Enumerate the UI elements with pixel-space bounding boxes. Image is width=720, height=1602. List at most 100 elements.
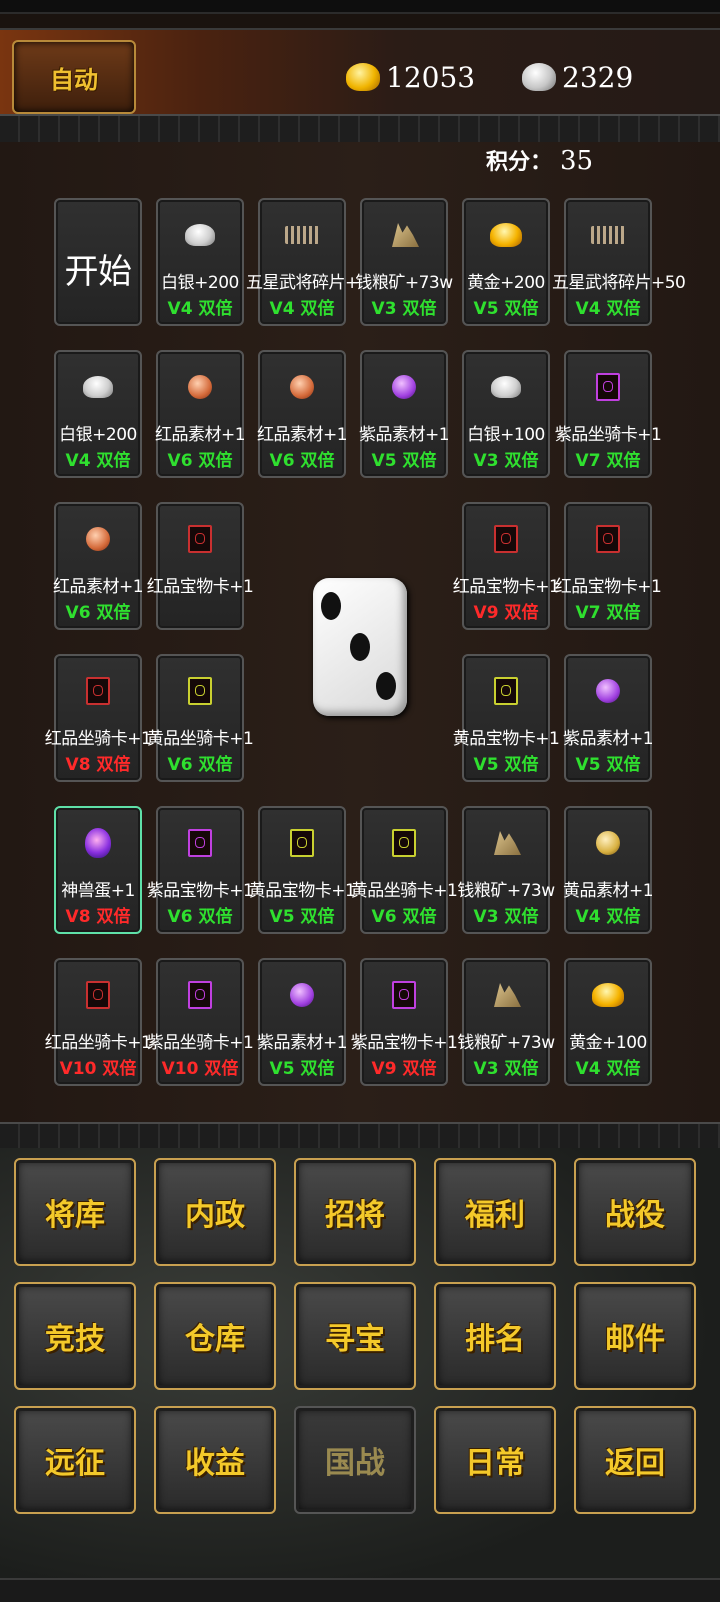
board-cell[interactable]: 黄金+200 V5 双倍 — [462, 198, 550, 326]
silver-ingot-icon — [183, 218, 217, 252]
board-cell[interactable]: 红品坐骑卡+1 V8 双倍 — [45, 654, 152, 782]
board-cell[interactable]: 黄品素材+1 V4 双倍 — [563, 806, 654, 934]
menu-button[interactable]: 将库 — [14, 1158, 136, 1266]
silver-ingot-icon — [81, 370, 115, 404]
auto-button[interactable]: 自动 — [12, 40, 136, 114]
cell-vip-bonus: V6 双倍 — [371, 907, 437, 927]
purple-mount-card-icon — [591, 370, 625, 404]
cell-vip-bonus: V7 双倍 — [575, 603, 641, 623]
board-cell[interactable]: 黄品宝物卡+1 V5 双倍 — [249, 806, 356, 934]
purple-material-icon-shape — [392, 375, 416, 399]
board-cell[interactable]: 黄品坐骑卡+1 V6 双倍 — [351, 806, 458, 934]
menu-button[interactable]: 战役 — [574, 1158, 696, 1266]
cell-reward-label: 红品宝物卡+1 — [554, 577, 662, 597]
gold-ingot-icon — [489, 218, 523, 252]
menu-button[interactable]: 招将 — [294, 1158, 416, 1266]
menu-button[interactable]: 返回 — [574, 1406, 696, 1514]
board-cell[interactable]: 紫品素材+1 V5 双倍 — [563, 654, 654, 782]
yellow-treasure-card-icon — [285, 826, 319, 860]
purple-material-icon — [387, 370, 421, 404]
dice[interactable] — [313, 578, 407, 716]
yellow-mount-card-icon — [183, 674, 217, 708]
menu-button[interactable]: 排名 — [434, 1282, 556, 1390]
menu-button[interactable]: 远征 — [14, 1406, 136, 1514]
cell-reward-label: 钱粮矿+73w — [355, 273, 453, 293]
board-cell[interactable]: 红品宝物卡+1 V9 双倍 — [453, 502, 560, 630]
start-cell[interactable]: 开始 — [54, 198, 142, 326]
board-cell[interactable]: 白银+100 V3 双倍 — [462, 350, 550, 478]
board-cell[interactable]: 红品素材+1 V6 双倍 — [53, 502, 144, 630]
board-cell[interactable]: 钱粮矿+73w V3 双倍 — [457, 958, 555, 1086]
purple-material-icon-shape — [290, 983, 314, 1007]
cell-vip-bonus: V10 双倍 — [59, 1059, 137, 1079]
menu-button[interactable]: 竞技 — [14, 1282, 136, 1390]
ore-icon — [489, 826, 523, 860]
score: 积分： 35 — [486, 144, 593, 176]
cell-reward-label: 白银+100 — [467, 425, 545, 445]
yellow-mount-card-icon-shape — [392, 829, 416, 857]
board-cell[interactable]: 神兽蛋+1 V8 双倍 — [54, 806, 142, 934]
menu-button[interactable]: 收益 — [154, 1406, 276, 1514]
purple-mount-card-icon-shape — [596, 373, 620, 401]
menu-button[interactable]: 日常 — [434, 1406, 556, 1514]
menu-button[interactable]: 国战 — [294, 1406, 416, 1514]
board-cell[interactable]: 红品宝物卡+1 V7 双倍 — [555, 502, 662, 630]
board-cell[interactable]: 钱粮矿+73w V3 双倍 — [355, 198, 453, 326]
cell-reward-label: 神兽蛋+1 — [61, 881, 135, 901]
bottom-bar — [0, 1578, 720, 1602]
board-cell[interactable]: 红品宝物卡+1 — [147, 502, 254, 630]
red-treasure-card-icon-shape — [494, 525, 518, 553]
purple-treasure-card-icon — [183, 826, 217, 860]
cell-vip-bonus: V4 双倍 — [269, 299, 335, 319]
general-shard-icon-shape — [591, 226, 625, 244]
cell-reward-label: 紫品坐骑卡+1 — [146, 1033, 254, 1053]
score-label: 积分： — [486, 150, 553, 175]
board-cell[interactable]: 钱粮矿+73w V3 双倍 — [457, 806, 555, 934]
yellow-treasure-card-icon — [489, 674, 523, 708]
cell-reward-label: 紫品素材+1 — [256, 1033, 348, 1053]
cell-reward-label: 黄金+100 — [569, 1033, 647, 1053]
score-value: 35 — [560, 146, 594, 176]
cell-vip-bonus: V6 双倍 — [167, 907, 233, 927]
red-treasure-card-icon — [183, 522, 217, 556]
purple-treasure-card-icon-shape — [188, 829, 212, 857]
board-cell[interactable]: 紫品坐骑卡+1 V10 双倍 — [147, 958, 254, 1086]
menu-button[interactable]: 内政 — [154, 1158, 276, 1266]
cell-vip-bonus: V5 双倍 — [575, 755, 641, 775]
board-cell[interactable]: 紫品宝物卡+1 V9 双倍 — [351, 958, 458, 1086]
menu-button[interactable]: 邮件 — [574, 1282, 696, 1390]
silver-ingot-icon — [522, 63, 556, 91]
silver-currency: 2329 — [522, 52, 633, 102]
cell-vip-bonus: V6 双倍 — [167, 451, 233, 471]
board-cell[interactable]: 白银+200 V4 双倍 — [156, 198, 244, 326]
board-cell[interactable]: 紫品宝物卡+1 V6 双倍 — [147, 806, 254, 934]
beast-egg-icon — [81, 826, 115, 860]
board-cell[interactable]: 黄金+100 V4 双倍 — [564, 958, 652, 1086]
general-shard-icon — [285, 218, 319, 252]
board-cell[interactable]: 五星武将碎片+50 V4 双倍 — [246, 198, 380, 326]
menu-button[interactable]: 仓库 — [154, 1282, 276, 1390]
board-cell[interactable]: 红品坐骑卡+1 V10 双倍 — [45, 958, 152, 1086]
cell-vip-bonus: V4 双倍 — [575, 299, 641, 319]
cell-reward-label: 紫品坐骑卡+1 — [554, 425, 662, 445]
general-shard-icon-shape — [285, 226, 319, 244]
red-mount-card-icon-shape — [86, 981, 110, 1009]
menu-button[interactable]: 福利 — [434, 1158, 556, 1266]
red-treasure-card-icon-shape — [188, 525, 212, 553]
silver-amount: 2329 — [562, 60, 634, 94]
board-cell[interactable]: 黄品坐骑卡+1 V6 双倍 — [147, 654, 254, 782]
board-cell[interactable]: 红品素材+1 V6 双倍 — [155, 350, 246, 478]
board-cell[interactable]: 黄品宝物卡+1 V5 双倍 — [453, 654, 560, 782]
purple-mount-card-icon-shape — [188, 981, 212, 1009]
silver-ingot-icon-shape — [491, 376, 521, 398]
board-cell[interactable]: 白银+200 V4 双倍 — [54, 350, 142, 478]
board-cell[interactable]: 紫品素材+1 V5 双倍 — [359, 350, 450, 478]
cell-vip-bonus: V8 双倍 — [65, 907, 131, 927]
menu-button[interactable]: 寻宝 — [294, 1282, 416, 1390]
silver-ingot-icon — [489, 370, 523, 404]
cell-vip-bonus: V5 双倍 — [473, 299, 539, 319]
board-cell[interactable]: 红品素材+1 V6 双倍 — [257, 350, 348, 478]
board-cell[interactable]: 五星武将碎片+50 V4 双倍 — [552, 198, 686, 326]
board-cell[interactable]: 紫品素材+1 V5 双倍 — [257, 958, 348, 1086]
board-cell[interactable]: 紫品坐骑卡+1 V7 双倍 — [555, 350, 662, 478]
